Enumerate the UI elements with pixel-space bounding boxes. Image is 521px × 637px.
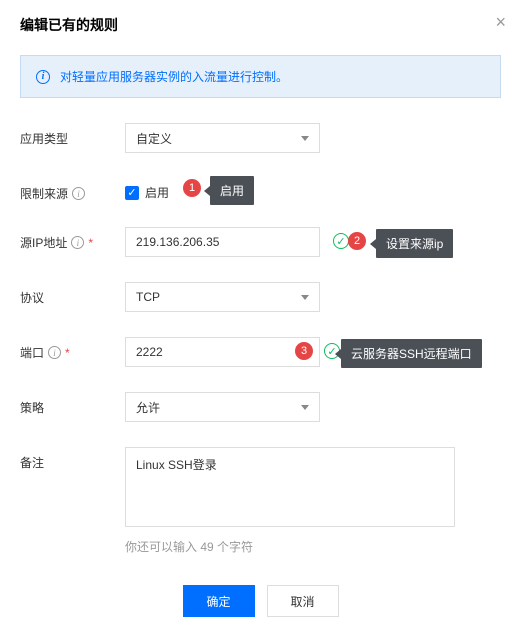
dialog-footer: 确定 取消 xyxy=(20,585,501,617)
close-icon[interactable]: × xyxy=(495,12,506,33)
annotation-callout-2: 设置来源ip xyxy=(376,229,453,258)
protocol-value: TCP xyxy=(136,290,160,304)
protocol-select[interactable]: TCP xyxy=(125,282,320,312)
enable-checkbox[interactable]: ✓ xyxy=(125,186,139,200)
label-policy: 策略 xyxy=(20,392,125,416)
app-type-value: 自定义 xyxy=(136,130,172,147)
edit-rule-dialog: 编辑已有的规则 × i 对轻量应用服务器实例的入流量进行控制。 应用类型 自定义… xyxy=(0,0,521,637)
annotation-callout-1: 启用 xyxy=(210,176,254,205)
annotation-badge-1: 1 xyxy=(183,179,201,197)
source-ip-input-wrap xyxy=(125,227,320,257)
char-hint: 你还可以输入 49 个字符 xyxy=(125,538,455,555)
label-remark: 备注 xyxy=(20,447,125,471)
ok-button[interactable]: 确定 xyxy=(183,585,255,617)
enable-label: 启用 xyxy=(145,184,169,201)
help-icon[interactable]: i xyxy=(71,236,84,249)
policy-value: 允许 xyxy=(136,399,160,416)
annotation-badge-2: 2 xyxy=(348,232,366,250)
info-text: 对轻量应用服务器实例的入流量进行控制。 xyxy=(60,68,288,85)
chevron-down-icon xyxy=(301,136,309,141)
label-port: 端口 i * xyxy=(20,337,125,361)
port-input[interactable] xyxy=(136,345,309,359)
policy-select[interactable]: 允许 xyxy=(125,392,320,422)
annotation-badge-3: 3 xyxy=(295,342,313,360)
help-icon[interactable]: i xyxy=(48,346,61,359)
label-restrict-source: 限制来源 i xyxy=(20,178,125,202)
label-app-type: 应用类型 xyxy=(20,123,125,147)
chevron-down-icon xyxy=(301,405,309,410)
check-ok-icon: ✓ xyxy=(333,233,349,249)
remark-textarea[interactable] xyxy=(125,447,455,527)
label-source-ip: 源IP地址 i * xyxy=(20,227,125,251)
annotation-callout-3: 云服务器SSH远程端口 xyxy=(341,339,482,368)
source-ip-input[interactable] xyxy=(136,235,309,249)
chevron-down-icon xyxy=(301,295,309,300)
label-protocol: 协议 xyxy=(20,282,125,306)
cancel-button[interactable]: 取消 xyxy=(267,585,339,617)
port-input-wrap xyxy=(125,337,320,367)
info-icon: i xyxy=(36,70,50,84)
info-banner: i 对轻量应用服务器实例的入流量进行控制。 xyxy=(20,55,501,98)
app-type-select[interactable]: 自定义 xyxy=(125,123,320,153)
help-icon[interactable]: i xyxy=(72,187,85,200)
dialog-title: 编辑已有的规则 xyxy=(20,15,501,35)
